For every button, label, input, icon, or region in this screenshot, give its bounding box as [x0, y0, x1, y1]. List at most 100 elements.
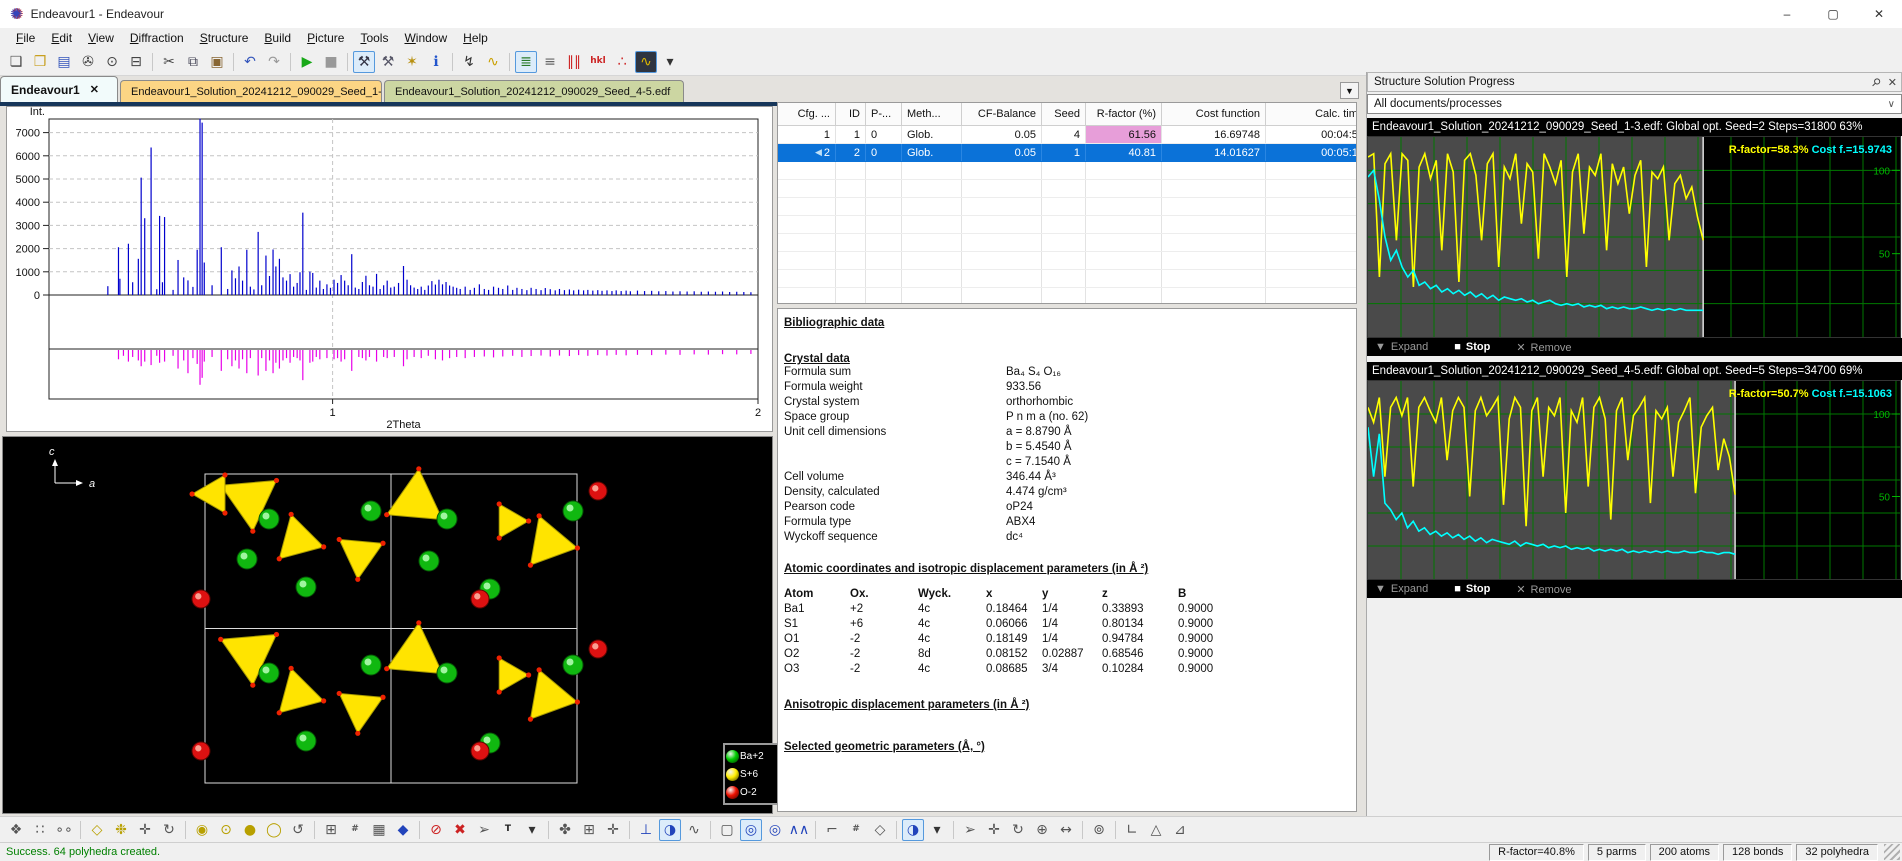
sulfate-tetrahedron[interactable] — [189, 472, 227, 515]
center-tool-button[interactable]: ⊚ — [1088, 819, 1110, 841]
menu-diffraction[interactable]: Diffraction — [122, 29, 192, 47]
sulfate-tetrahedron[interactable] — [497, 501, 532, 540]
sphere-render-button[interactable]: ◑ — [659, 819, 681, 841]
polyhedra-view-button[interactable]: ❖ — [5, 819, 27, 841]
sulfate-tetrahedron[interactable] — [337, 691, 386, 736]
barium-atom[interactable] — [296, 577, 316, 597]
menu-view[interactable]: View — [80, 29, 122, 47]
view-dropdown-button[interactable]: ▾ — [659, 51, 681, 73]
column-header[interactable]: P-... — [866, 103, 902, 125]
sphere-dropdown-button[interactable]: ▾ — [926, 819, 948, 841]
text-tool-button[interactable]: T — [497, 819, 519, 841]
bond-render-button[interactable]: ∿ — [683, 819, 705, 841]
unit-cell-edit-button[interactable]: # — [344, 819, 366, 841]
barium-atom[interactable] — [419, 551, 439, 571]
add-atom-button[interactable]: ✛ — [134, 819, 156, 841]
table-row[interactable]: 110Glob.0.05461.5616.6974800:04:59 — [778, 126, 1356, 144]
select-tool-button[interactable]: ➢ — [959, 819, 981, 841]
spacefill-view-button[interactable]: ∷ — [29, 819, 51, 841]
bond-angles-button[interactable]: ∧∧ — [788, 819, 810, 841]
barium-atom[interactable] — [563, 501, 583, 521]
oxygen-atom[interactable] — [589, 640, 607, 658]
cell-grid-button[interactable]: # — [845, 819, 867, 841]
zoom-tool-button[interactable]: ⊕ — [1031, 819, 1053, 841]
sulfate-tetrahedron[interactable] — [497, 655, 532, 694]
optimize-button[interactable]: ↯ — [458, 51, 480, 73]
structure-solution-button[interactable]: ⚒ — [353, 51, 375, 73]
menu-picture[interactable]: Picture — [299, 29, 352, 47]
profile-chart-button[interactable]: ∿ — [482, 51, 504, 73]
circle-render-button[interactable]: ◎ — [740, 819, 762, 841]
polyhedron-solid-button[interactable]: ◆ — [392, 819, 414, 841]
column-header[interactable]: Cost function — [1162, 103, 1266, 125]
barium-atom[interactable] — [437, 509, 457, 529]
oxygen-atom[interactable] — [192, 590, 210, 608]
text-dropdown-button[interactable]: ▾ — [521, 819, 543, 841]
stop-calculation-button[interactable]: ■ — [320, 51, 342, 73]
menu-file[interactable]: File — [8, 29, 43, 47]
maximize-button[interactable]: ▢ — [1810, 0, 1856, 28]
oxygen-atom[interactable] — [192, 742, 210, 760]
measure-distance-button[interactable]: ∟ — [1121, 819, 1143, 841]
menu-structure[interactable]: Structure — [192, 29, 257, 47]
pan-tool-button[interactable]: ✛ — [983, 819, 1005, 841]
shaded-sphere-button[interactable]: ◑ — [902, 819, 924, 841]
box-outline-button[interactable]: ▢ — [716, 819, 738, 841]
print-button[interactable]: ⊟ — [125, 51, 147, 73]
barium-atom[interactable] — [437, 663, 457, 683]
oxygen-atom[interactable] — [471, 590, 489, 608]
crystal-structure-view[interactable]: Ba+2S+6O-2 ca — [2, 436, 773, 814]
axes-toggle-button[interactable]: ⊥ — [635, 819, 657, 841]
stop-button[interactable]: ■Stop — [1454, 583, 1490, 595]
menu-help[interactable]: Help — [455, 29, 496, 47]
menu-window[interactable]: Window — [396, 29, 455, 47]
undo-button[interactable]: ↶ — [239, 51, 261, 73]
crystal-scene[interactable]: ca — [3, 437, 772, 813]
sulfate-tetrahedron[interactable] — [337, 537, 386, 582]
column-header[interactable]: Seed — [1042, 103, 1086, 125]
pattern-view-button[interactable]: ✤ — [554, 819, 576, 841]
info-button[interactable]: ℹ — [425, 51, 447, 73]
wizard-button[interactable]: ✶ — [401, 51, 423, 73]
copy-button[interactable]: ⧉ — [182, 51, 204, 73]
diffraction-view-button[interactable]: ∿ — [635, 51, 657, 73]
tab-list-dropdown[interactable]: ▼ — [1340, 82, 1359, 99]
atom-cluster-button[interactable]: ❉ — [110, 819, 132, 841]
atom-style-open-button[interactable]: ◯ — [263, 819, 285, 841]
corner-tool-button[interactable]: ⌐ — [821, 819, 843, 841]
barium-atom[interactable] — [259, 663, 279, 683]
column-header[interactable]: Cfg. ... — [778, 103, 836, 125]
create-polyhedra-button[interactable]: ◇ — [86, 819, 108, 841]
measure-torsion-button[interactable]: ⊿ — [1169, 819, 1191, 841]
tab-solution-1[interactable]: Endeavour1_Solution_20241212_090029_Seed… — [120, 80, 382, 102]
atom-style-solid-button[interactable]: ● — [239, 819, 261, 841]
fit-view-button[interactable]: ↔ — [1055, 819, 1077, 841]
column-header[interactable]: ID — [836, 103, 866, 125]
tab-solution-2[interactable]: Endeavour1_Solution_20241212_090029_Seed… — [384, 80, 684, 102]
reset-view-button[interactable]: ↺ — [287, 819, 309, 841]
table-row[interactable]: ◀220Glob.0.05140.8114.0162700:05:18 — [778, 144, 1356, 162]
ball-stick-view-button[interactable]: ∘∘ — [53, 819, 75, 841]
barium-atom[interactable] — [361, 655, 381, 675]
remove-button[interactable]: ✕Remove — [1516, 583, 1571, 596]
barium-atom[interactable] — [296, 731, 316, 751]
menu-edit[interactable]: Edit — [43, 29, 80, 47]
process-filter-dropdown[interactable]: All documents/processes ∨ — [1367, 94, 1902, 114]
rotate-selection-button[interactable]: ↻ — [158, 819, 180, 841]
cut-button[interactable]: ✂ — [158, 51, 180, 73]
expand-button[interactable]: ▼Expand — [1375, 583, 1428, 595]
find-button[interactable]: ✇ — [77, 51, 99, 73]
oxygen-atom[interactable] — [589, 482, 607, 500]
grid-pattern-button[interactable]: ⊞ — [578, 819, 600, 841]
barium-atom[interactable] — [361, 501, 381, 521]
save-file-button[interactable]: ▤ — [53, 51, 75, 73]
atom-style-filled-button[interactable]: ◉ — [191, 819, 213, 841]
column-header[interactable]: Meth... — [902, 103, 962, 125]
print-preview-button[interactable]: ⊙ — [101, 51, 123, 73]
stop-button[interactable]: ■Stop — [1454, 341, 1490, 353]
column-header[interactable]: CF-Balance — [962, 103, 1042, 125]
oxygen-atom[interactable] — [471, 742, 489, 760]
expand-button[interactable]: ▼Expand — [1375, 341, 1428, 353]
text-report-button[interactable]: ≡ — [539, 51, 561, 73]
run-calculation-button[interactable]: ▶ — [296, 51, 318, 73]
